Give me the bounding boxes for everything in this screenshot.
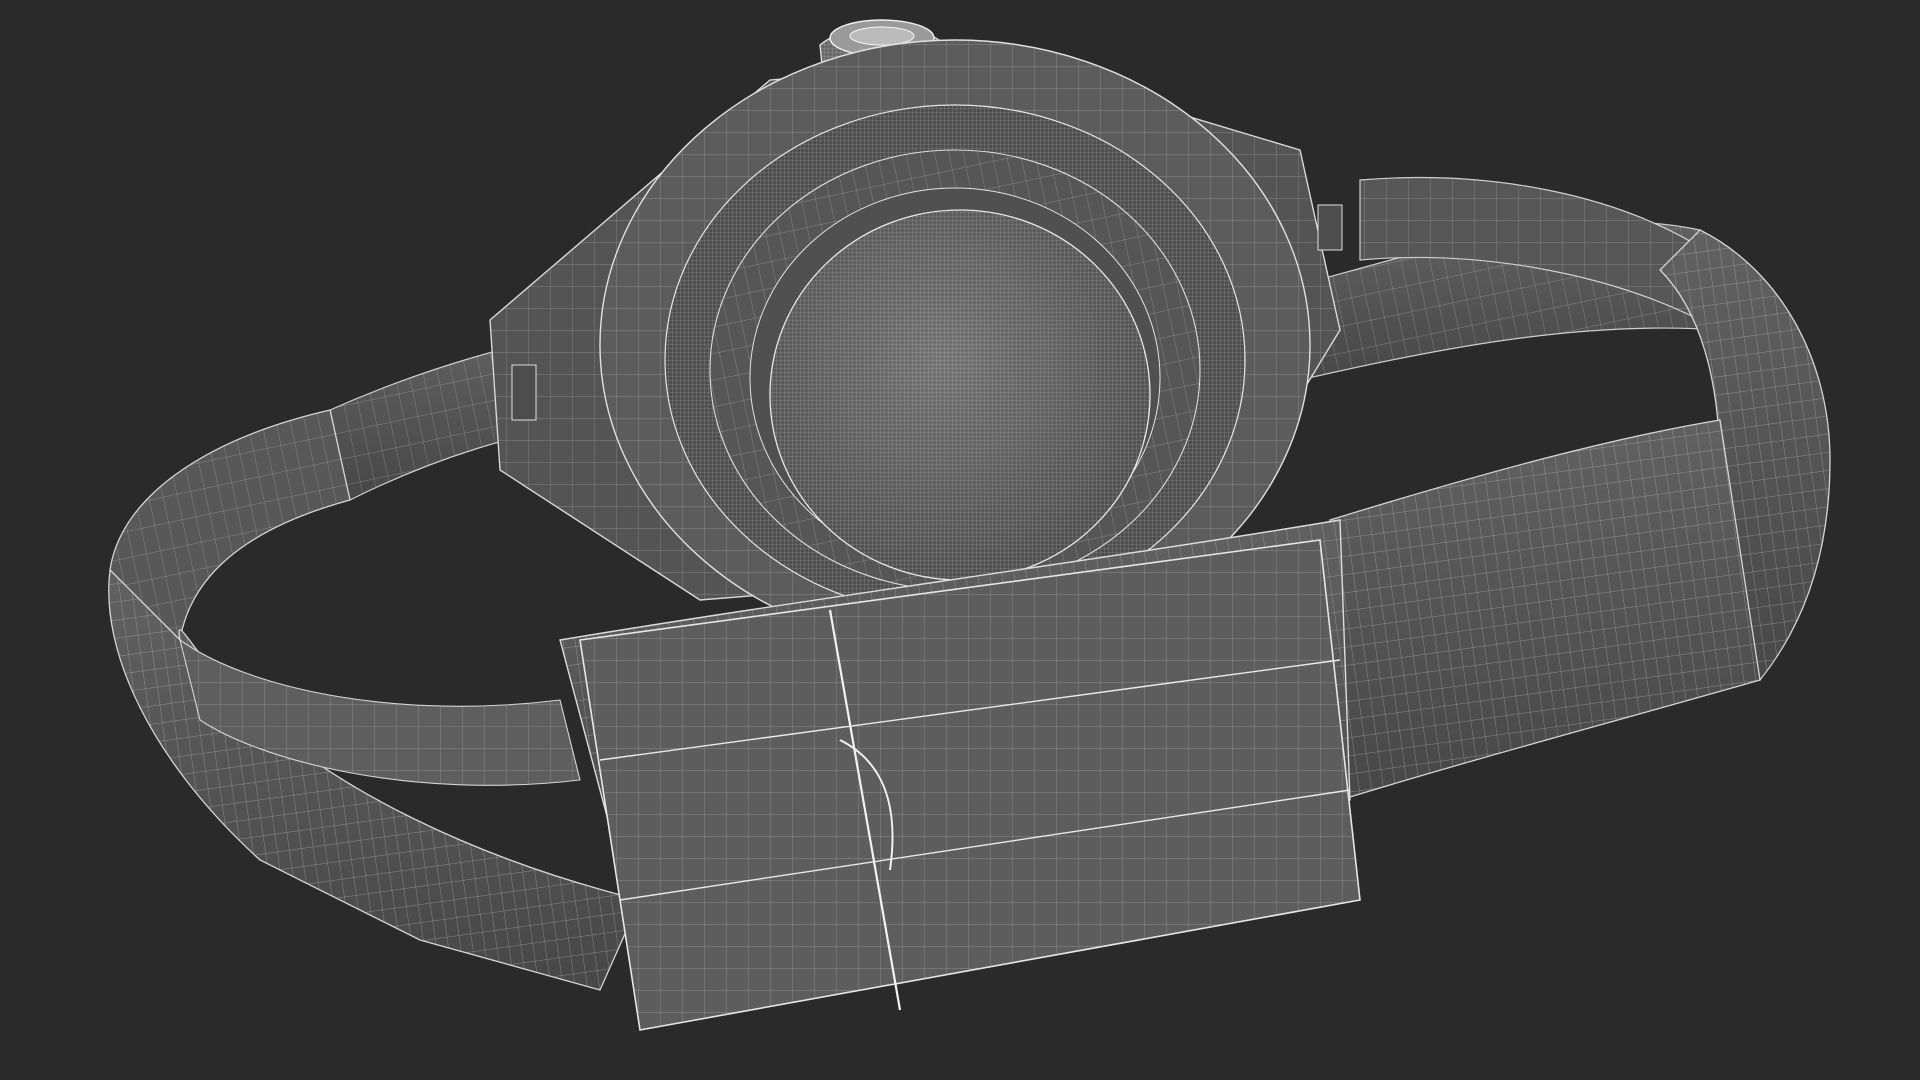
lug-pin-right <box>1317 204 1343 251</box>
clasp <box>579 539 1361 1031</box>
watch-wireframe-render <box>108 19 1831 1031</box>
lug-pin-left <box>511 364 537 421</box>
render-viewport <box>0 0 1920 1080</box>
